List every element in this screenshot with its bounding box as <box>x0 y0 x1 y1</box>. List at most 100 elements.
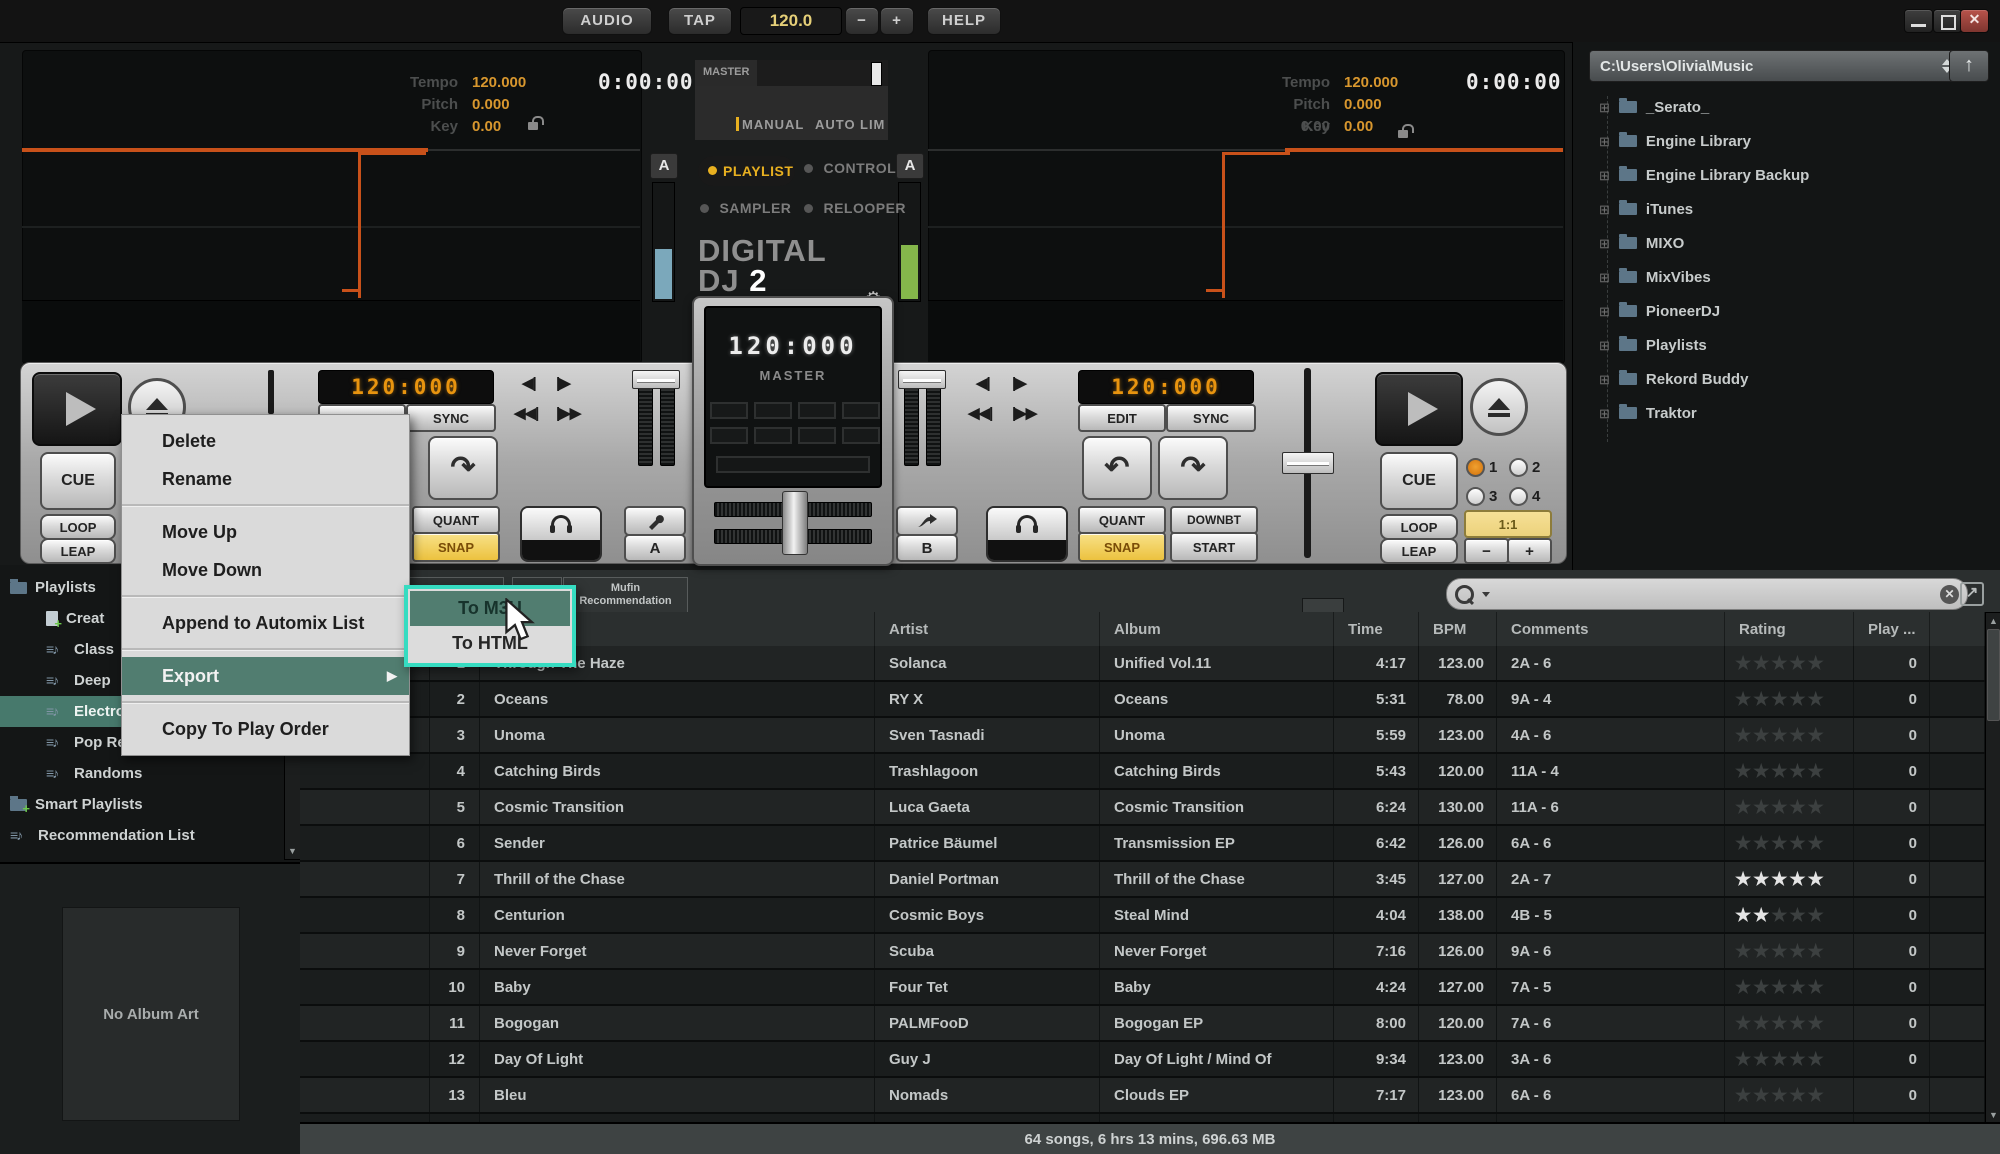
deck-b-play-button[interactable] <box>1375 372 1463 446</box>
cell-rating[interactable]: ★★★★★ <box>1725 790 1854 824</box>
crossfader-handle[interactable] <box>782 491 808 555</box>
tap-button[interactable]: TAP <box>668 7 732 35</box>
deck-b-leap-button[interactable]: LEAP <box>1380 538 1458 564</box>
deck-a-key-unlock-icon[interactable] <box>528 122 538 130</box>
track-row[interactable]: 7 Thrill of the Chase Daniel Portman Thr… <box>300 862 1985 898</box>
folder-item[interactable]: ⊞ _Serato_ <box>1573 90 2000 124</box>
expand-plus-icon[interactable]: ⊞ <box>1599 169 1610 182</box>
scroll-down-icon[interactable]: ▼ <box>1986 1110 2000 1120</box>
cell-rating[interactable]: ★★★★★ <box>1725 718 1854 752</box>
col-time[interactable]: Time <box>1334 612 1419 646</box>
context-menu-item[interactable]: Move Down ▶ <box>122 551 409 589</box>
deck-b-jump-back-button[interactable]: ◀◀| <box>968 404 992 422</box>
help-button[interactable]: HELP <box>927 7 1001 35</box>
track-row[interactable]: 13 Bleu Nomads Clouds EP 7:17 123.00 6A … <box>300 1078 1985 1114</box>
mode-manual[interactable]: MANUAL <box>742 117 804 132</box>
deck-b-redo-button[interactable]: ↷ <box>1158 436 1228 500</box>
search-input[interactable] <box>1490 585 1940 604</box>
mode-auto[interactable]: AUTO <box>815 117 856 132</box>
track-row[interactable]: 2 Oceans RY X Oceans 5:31 78.00 9A - 4 ★… <box>300 682 1985 718</box>
deck-b-sync-button[interactable]: SYNC <box>1166 404 1256 432</box>
track-row[interactable]: 11 Bogogan PALMFooD Bogogan EP 8:00 120.… <box>300 1006 1985 1042</box>
track-row[interactable]: 3 Unoma Sven Tasnadi Unoma 5:59 123.00 4… <box>300 718 1985 754</box>
col-album[interactable]: Album <box>1100 612 1334 646</box>
deck-b-start-button[interactable]: START <box>1170 532 1258 562</box>
deck-b-loop-half-button[interactable]: − <box>1464 538 1509 564</box>
bpm-increase-button[interactable]: + <box>880 7 914 35</box>
folder-item[interactable]: ⊞ Traktor <box>1573 396 2000 430</box>
context-menu-item[interactable]: Append to Automix List ▶ <box>122 604 409 642</box>
master-volume-handle[interactable] <box>871 62 882 86</box>
channel-radio[interactable]: 2 <box>1509 456 1552 479</box>
view-sampler-button[interactable]: SAMPLER <box>700 200 791 218</box>
bpm-decrease-button[interactable]: − <box>845 7 879 35</box>
folder-item[interactable]: ⊞ Playlists <box>1573 328 2000 362</box>
expand-plus-icon[interactable]: ⊞ <box>1599 101 1610 114</box>
cell-rating[interactable]: ★★★★★ <box>1725 682 1854 716</box>
maximize-button[interactable] <box>1933 9 1962 33</box>
deck-b-fx-button[interactable] <box>896 506 958 536</box>
playlist-item[interactable]: Recommendation List <box>0 820 284 851</box>
deck-b-downbeat-button[interactable]: DOWNBT <box>1170 506 1258 534</box>
view-playlist-button[interactable]: PLAYLIST <box>698 156 795 186</box>
track-row[interactable]: 9 Never Forget Scuba Never Forget 7:16 1… <box>300 934 1985 970</box>
deck-b-loop-double-button[interactable]: + <box>1507 538 1552 564</box>
deck-a-nudge-fwd-button[interactable]: |▶ <box>556 374 570 392</box>
cell-rating[interactable]: ★★★★★ <box>1725 646 1854 680</box>
export-submenu-item[interactable]: To M3U <box>410 591 570 626</box>
context-menu-item[interactable]: Copy To Play Order ▶ <box>122 710 409 748</box>
deck-a-jump-back-button[interactable]: ◀◀| <box>514 404 538 422</box>
context-menu-item[interactable]: ▶ <box>122 504 409 507</box>
expand-plus-icon[interactable]: ⊞ <box>1599 271 1610 284</box>
cell-rating[interactable]: ★★★★★ <box>1725 862 1854 896</box>
view-control-button[interactable]: CONTROL <box>804 160 896 178</box>
deck-a-volume-fader[interactable] <box>632 370 680 389</box>
deck-a-assign-button[interactable]: A <box>624 534 686 562</box>
col-comments[interactable]: Comments <box>1497 612 1725 646</box>
close-button[interactable] <box>1960 9 1989 33</box>
search-clear-icon[interactable]: ✕ <box>1940 585 1959 604</box>
expand-plus-icon[interactable]: ⊞ <box>1599 237 1610 250</box>
deck-b-key-unlock-icon[interactable] <box>1398 130 1408 138</box>
export-submenu-item[interactable]: To HTML <box>410 626 570 661</box>
cell-rating[interactable]: ★★★★★ <box>1725 826 1854 860</box>
deck-a-nudge-back-button[interactable]: ◀| <box>522 374 536 392</box>
folder-item[interactable]: ⊞ MIXO <box>1573 226 2000 260</box>
cell-rating[interactable]: ★★★★★ <box>1725 1006 1854 1040</box>
audio-button[interactable]: AUDIO <box>562 7 652 35</box>
minimize-button[interactable] <box>1904 9 1933 33</box>
cell-rating[interactable]: ★★★★★ <box>1725 934 1854 968</box>
track-row[interactable]: 4 Catching Birds Trashlagoon Catching Bi… <box>300 754 1985 790</box>
deck-b-nudge-back-button[interactable]: ◀| <box>976 374 990 392</box>
folder-item[interactable]: ⊞ MixVibes <box>1573 260 2000 294</box>
scrollbar-thumb[interactable] <box>1987 629 2000 721</box>
context-menu-item[interactable]: ▶ <box>122 701 409 704</box>
context-menu-item[interactable]: Rename ▶ <box>122 460 409 498</box>
deck-b-volume-fader[interactable] <box>898 370 946 389</box>
deck-b-jump-fwd-button[interactable]: |▶▶ <box>1012 404 1036 422</box>
mode-lim[interactable]: LIM <box>860 117 885 132</box>
track-row[interactable]: 5 Cosmic Transition Luca Gaeta Cosmic Tr… <box>300 790 1985 826</box>
deck-b-loop-button[interactable]: LOOP <box>1380 514 1458 540</box>
expand-plus-icon[interactable]: ⊞ <box>1599 339 1610 352</box>
folder-item[interactable]: ⊞ Rekord Buddy <box>1573 362 2000 396</box>
deck-b-edit-button[interactable]: EDIT <box>1078 404 1166 432</box>
master-tab[interactable]: MASTER <box>695 60 757 86</box>
deck-a-censor-button[interactable]: ↷ <box>428 436 498 500</box>
library-tab-mufin[interactable]: Mufin Recommendation <box>563 577 688 613</box>
deck-b-eject-button[interactable] <box>1470 378 1528 436</box>
cell-rating[interactable]: ★★★★★ <box>1725 754 1854 788</box>
channel-radio[interactable]: 4 <box>1509 485 1552 508</box>
folder-item[interactable]: ⊞ PioneerDJ <box>1573 294 2000 328</box>
deck-a-pitch-slider[interactable] <box>268 370 274 414</box>
deck-a-play-button[interactable] <box>32 372 122 446</box>
deck-a-leap-button[interactable]: LEAP <box>40 538 116 564</box>
expand-plus-icon[interactable]: ⊞ <box>1599 407 1610 420</box>
track-row[interactable]: 6 Sender Patrice Bäumel Transmission EP … <box>300 826 1985 862</box>
deck-a-fx-button[interactable] <box>624 506 686 536</box>
expand-plus-icon[interactable]: ⊞ <box>1599 373 1610 386</box>
col-bpm[interactable]: BPM <box>1419 612 1497 646</box>
playlist-item[interactable]: Randoms <box>0 758 284 789</box>
col-artist[interactable]: Artist <box>875 612 1100 646</box>
deck-a-sync-button[interactable]: SYNC <box>406 404 496 432</box>
